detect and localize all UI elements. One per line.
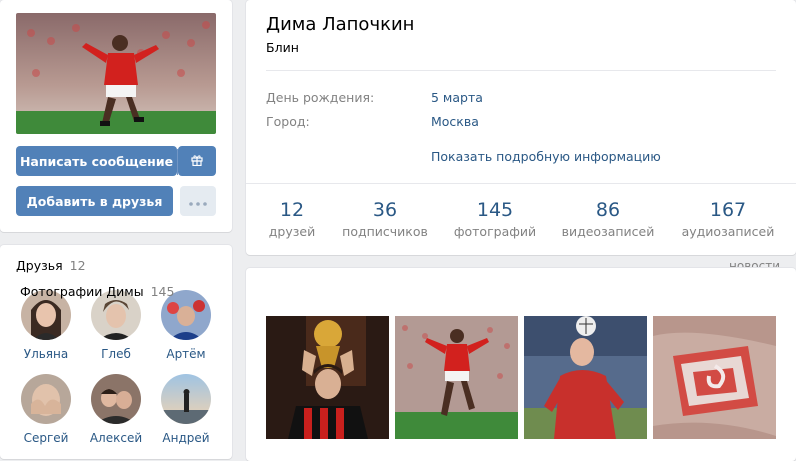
friend-name: Андрей bbox=[162, 431, 210, 445]
gift-icon bbox=[191, 154, 203, 169]
counter-friends[interactable]: 12 друзей bbox=[242, 199, 342, 239]
counter-label: фотографий bbox=[453, 224, 537, 239]
show-details-link[interactable]: Показать подробную информацию bbox=[431, 149, 661, 164]
city-value[interactable]: Москва bbox=[431, 114, 479, 129]
write-message-button[interactable]: Написать сообщение bbox=[16, 146, 177, 176]
friend-item[interactable]: Алексей bbox=[81, 374, 151, 445]
friend-item[interactable]: Ульяна bbox=[11, 290, 81, 361]
birthday-value[interactable]: 5 марта bbox=[431, 90, 483, 105]
friend-avatar bbox=[91, 374, 141, 424]
friend-item[interactable]: Андрей bbox=[151, 374, 221, 445]
friend-avatar bbox=[161, 374, 211, 424]
counter-followers[interactable]: 36 подписчиков bbox=[335, 199, 435, 239]
friend-item[interactable]: Артём bbox=[151, 290, 221, 361]
counter-number: 167 bbox=[709, 199, 747, 221]
counter-label: видеозаписей bbox=[561, 224, 655, 239]
counter-number: 36 bbox=[372, 199, 398, 221]
counter-label: аудиозаписей bbox=[681, 224, 775, 239]
friend-item[interactable]: Сергей bbox=[11, 374, 81, 445]
photos-header[interactable]: Фотографии Димы 145 bbox=[20, 284, 174, 299]
more-actions-button[interactable] bbox=[180, 186, 216, 216]
more-dots-icon bbox=[189, 194, 207, 209]
counter-label: подписчиков bbox=[342, 224, 428, 239]
counter-audios[interactable]: 167 аудиозаписей bbox=[678, 199, 778, 239]
friend-name: Глеб bbox=[101, 347, 131, 361]
friends-header[interactable]: Друзья 12 bbox=[16, 258, 86, 273]
counter-photos[interactable]: 145 фотографий bbox=[445, 199, 545, 239]
photo-thumbnail[interactable] bbox=[266, 316, 389, 439]
counter-number: 86 bbox=[595, 199, 621, 221]
photo-thumbnail[interactable] bbox=[395, 316, 518, 439]
counter-videos[interactable]: 86 видеозаписей bbox=[558, 199, 658, 239]
friends-count: 12 bbox=[69, 258, 86, 273]
friends-title: Друзья bbox=[16, 258, 63, 273]
friend-item[interactable]: Глеб bbox=[81, 290, 151, 361]
friend-avatar bbox=[21, 374, 71, 424]
friend-name: Сергей bbox=[23, 431, 69, 445]
profile-name: Дима Лапочкин bbox=[266, 14, 415, 35]
header-divider bbox=[266, 70, 776, 71]
photo-thumbnail[interactable] bbox=[653, 316, 776, 439]
button-divider bbox=[177, 149, 178, 175]
counter-label: друзей bbox=[268, 224, 316, 239]
counter-number: 12 bbox=[279, 199, 305, 221]
friend-name: Артём bbox=[166, 347, 206, 361]
birthday-label: День рождения: bbox=[266, 90, 375, 105]
photos-title: Фотографии Димы bbox=[20, 284, 144, 299]
counter-number: 145 bbox=[476, 199, 514, 221]
add-friend-button[interactable]: Добавить в друзья bbox=[16, 186, 173, 216]
city-label: Город: bbox=[266, 114, 310, 129]
counters-divider bbox=[246, 183, 796, 184]
friend-name: Алексей bbox=[89, 431, 143, 445]
profile-status[interactable]: Блин bbox=[266, 40, 299, 55]
send-gift-button[interactable] bbox=[178, 146, 216, 176]
profile-avatar[interactable] bbox=[16, 13, 216, 134]
friend-name: Ульяна bbox=[23, 347, 69, 361]
photos-count: 145 bbox=[150, 284, 175, 299]
photo-thumbnail[interactable] bbox=[524, 316, 647, 439]
